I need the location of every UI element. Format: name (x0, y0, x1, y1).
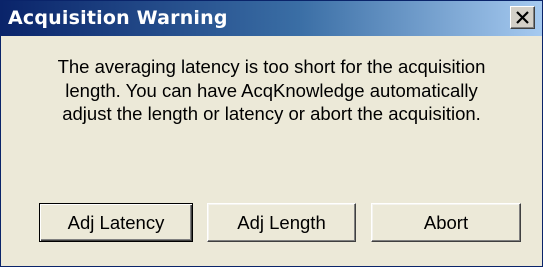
message-line: The averaging latency is too short for t… (57, 56, 486, 77)
warning-message: The averaging latency is too short for t… (11, 55, 532, 126)
close-icon (516, 11, 529, 24)
abort-button[interactable]: Abort (371, 203, 521, 242)
message-line: adjust the length or latency or abort th… (62, 103, 481, 124)
message-line: length. You can have AcqKnowledge automa… (65, 79, 478, 101)
close-button[interactable] (510, 6, 535, 29)
adj-latency-button[interactable]: Adj Latency (39, 203, 193, 242)
dialog-title: Acquisition Warning (8, 7, 228, 29)
acquisition-warning-dialog: Acquisition Warning The averaging latenc… (0, 0, 543, 267)
adj-length-button[interactable]: Adj Length (207, 203, 356, 242)
title-bar[interactable]: Acquisition Warning (1, 1, 542, 36)
